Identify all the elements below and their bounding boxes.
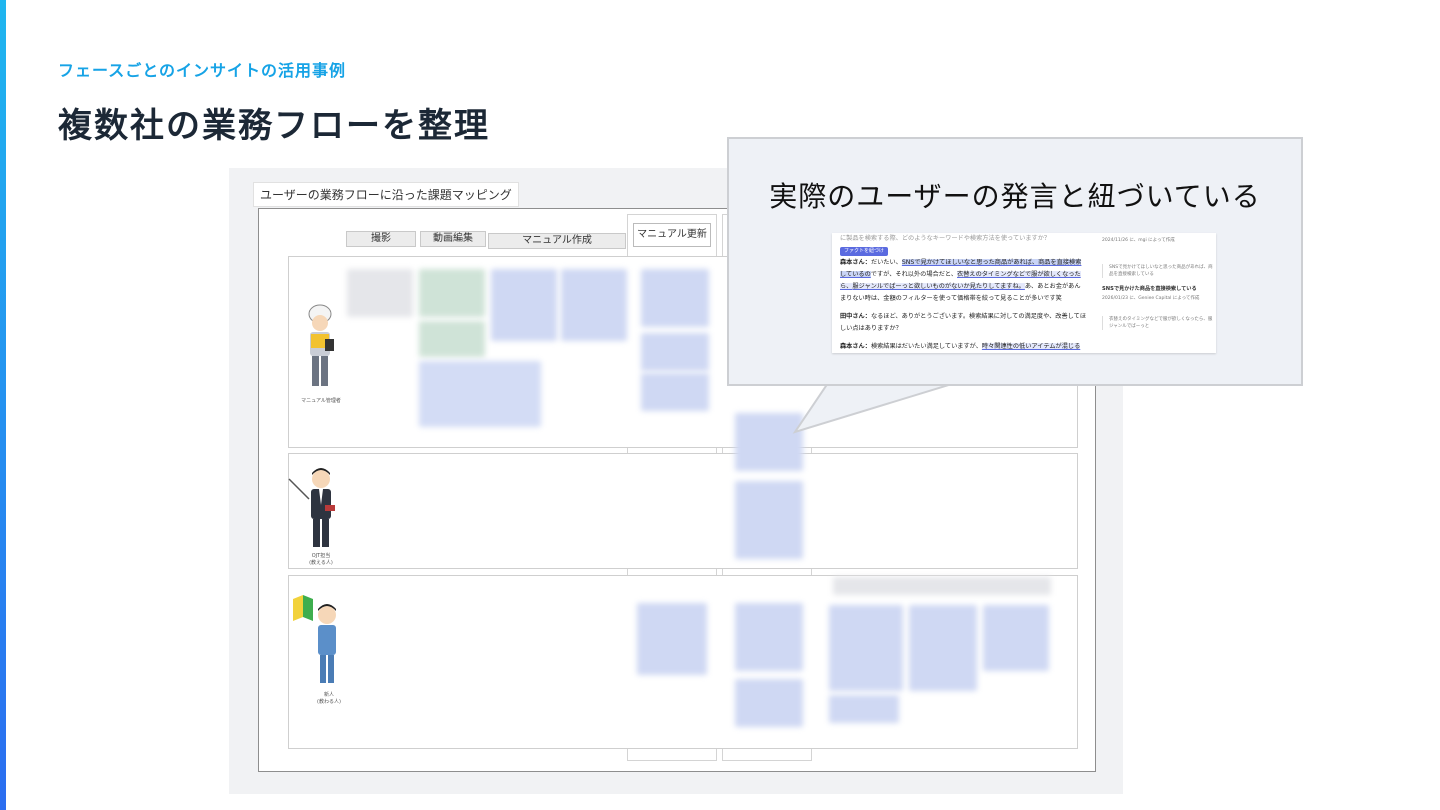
sticky-note — [491, 269, 557, 341]
sticky-note — [419, 361, 541, 427]
transcript-text: だいたい、 — [870, 259, 902, 266]
side-note: 衣替えのタイミングなどで服が欲しくなったら、服ジャンルでばーっと — [1102, 316, 1214, 330]
transcript-sidebar: 2024/11/26 に、mgi によって作成 SNSで見かけてほしいなと思った… — [1102, 233, 1214, 330]
sticky-note — [735, 679, 803, 727]
column-header-shooting: 撮影 — [346, 231, 416, 247]
highlight[interactable]: 服ジャンルでばーっと欲しいものがないか見たりしてますね。 — [852, 283, 1025, 290]
column-header-editing: 動画編集 — [420, 231, 486, 247]
transcript-main: に製品を検索する際、どのようなキーワードや検索方法を使っていますか？ ファクトを… — [840, 233, 1086, 353]
transcript-text: なるほど、ありがとうございます。検索結果に対しての満足度や、改善してほしい点はあ… — [840, 313, 1087, 332]
worker-helmet-illustration — [308, 304, 334, 386]
sticky-note — [347, 269, 413, 317]
side-meta: 2026/01/23 に、Geniee Capital によって作成 — [1102, 296, 1200, 301]
teacher-pointer-illustration — [288, 468, 335, 547]
sticky-note — [833, 577, 1051, 595]
callout-title: 実際のユーザーの発言と紐づいている — [769, 180, 1261, 213]
sticky-note — [829, 695, 899, 723]
callout-pointer — [792, 380, 966, 434]
lane-label-manager: マニュアル管理者 — [301, 398, 341, 404]
transcript-text: ですが、それ以外の場合だと、 — [870, 271, 958, 278]
column-header-manual-create: マニュアル作成 — [488, 233, 626, 249]
sticky-note — [909, 605, 977, 691]
sticky-note — [419, 321, 485, 357]
sticky-note — [735, 481, 803, 559]
lane-label-newcomer: 新人 (教わる人) — [317, 692, 341, 705]
accent-bar — [0, 0, 6, 810]
column-header-manual-update: マニュアル更新 — [633, 223, 711, 247]
newcomer-illustration — [293, 595, 336, 683]
side-title[interactable]: SNSで見かけた商品を直接検索している — [1102, 286, 1214, 293]
callout-box: 実際のユーザーの発言と紐づいている に製品を検索する際、どのようなキーワードや検… — [727, 137, 1303, 386]
lane-label-ojt: OJT担当 (教える人) — [309, 553, 333, 566]
speaker-label: 田中さん： — [840, 313, 871, 320]
transcript-top-line: に製品を検索する際、どのようなキーワードや検索方法を使っていますか？ — [840, 235, 1051, 242]
speaker-label: 森本さん： — [840, 259, 871, 266]
sticky-note — [983, 605, 1049, 671]
sticky-note — [641, 373, 709, 411]
sticky-note — [641, 333, 709, 371]
sticky-note — [419, 269, 485, 317]
sticky-note — [829, 605, 903, 691]
sticky-note — [735, 603, 803, 671]
slide-eyebrow: フェースごとのインサイトの活用事例 — [58, 61, 347, 80]
interview-transcript: に製品を検索する際、どのようなキーワードや検索方法を使っていますか？ ファクトを… — [832, 233, 1216, 353]
sticky-note — [561, 269, 627, 341]
side-note: SNSで見かけてほしいなと思った商品があれば、商品を直接検索している — [1102, 264, 1214, 278]
sticky-note — [637, 603, 707, 675]
sticky-note — [641, 269, 709, 327]
speaker-label: 森本さん： — [840, 343, 871, 350]
link-fact-chip[interactable]: ファクトを紐づけ — [840, 247, 889, 256]
side-meta: 2024/11/26 に、mgi によって作成 — [1102, 238, 1175, 243]
slide-title: 複数社の業務フローを整理 — [58, 106, 490, 146]
board-label: ユーザーの業務フローに沿った課題マッピング — [253, 182, 519, 207]
transcript-text: 検索結果はだいたい満足していますが、 — [870, 343, 982, 350]
lane-ojt — [288, 453, 1078, 569]
